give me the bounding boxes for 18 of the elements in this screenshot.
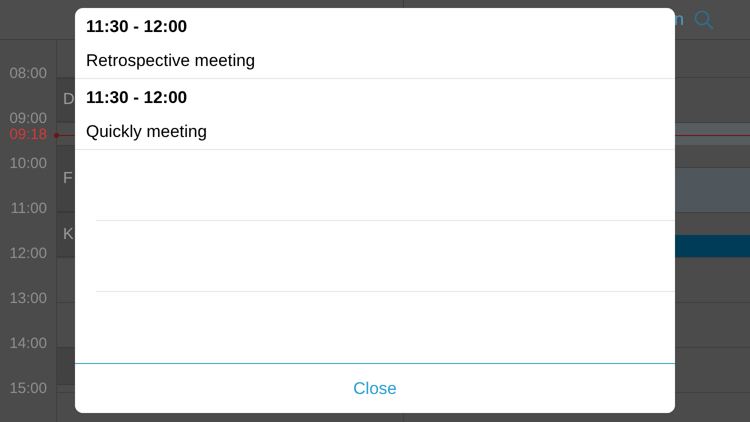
event-time: 11:30 - 12:00 [86, 16, 188, 38]
event-row[interactable]: 11:30 - 12:00 Retrospective meeting [75, 8, 675, 79]
event-title: Retrospective meeting [86, 50, 256, 72]
hour-label: 14:00 [9, 335, 47, 353]
event-title: Quickly meeting [86, 121, 207, 143]
header-text: n [674, 8, 684, 31]
event-time: 11:30 - 12:00 [86, 87, 188, 109]
hour-label: 11:00 [10, 200, 47, 218]
hour-label: 15:00 [9, 380, 47, 398]
event-row[interactable]: 11:30 - 12:00 Quickly meeting [75, 79, 675, 150]
event-title: K [63, 224, 74, 244]
event-title: F [63, 168, 73, 188]
event-title: D [63, 90, 75, 110]
hour-label: 13:00 [9, 290, 47, 308]
hour-label: 12:00 [9, 245, 47, 263]
hour-label: 09:00 [9, 110, 47, 128]
hour-label: 10:00 [9, 155, 47, 173]
hour-label: 08:00 [9, 65, 47, 83]
